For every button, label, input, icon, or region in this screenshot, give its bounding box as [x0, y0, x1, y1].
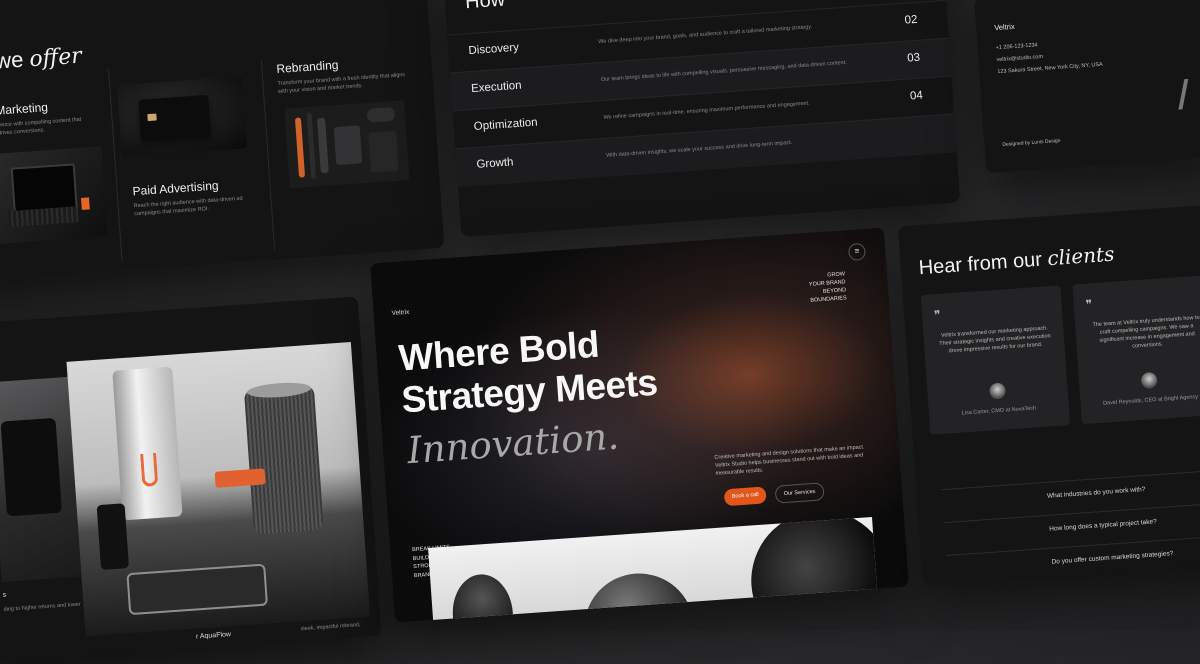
footer-brand: Veltrix	[993, 21, 1015, 33]
testimonial-author: Lisa Carter, CMO at NovaTech	[961, 405, 1037, 417]
column-divider	[260, 60, 276, 250]
service-name: Rebranding	[275, 57, 339, 76]
hero-description: Creative marketing and design solutions …	[714, 444, 865, 477]
design-credit[interactable]: Designed by Lunis Design	[1002, 138, 1060, 148]
testimonials-title-plain: Hear from our	[918, 248, 1043, 280]
services-title-italic: offer	[28, 43, 83, 73]
logo-mark	[1178, 78, 1189, 110]
process-section: How Discovery We dive deep into your bra…	[443, 0, 961, 238]
services-title-plain: we	[0, 46, 25, 74]
hero-section: Veltrix ≡ GROW YOUR BRAND BEYOND BOUNDAR…	[370, 227, 909, 623]
quote-icon: ❞	[933, 307, 942, 323]
hero-headline-italic: Innovation.	[405, 414, 621, 473]
process-title: How	[464, 0, 506, 14]
testimonial-quote: The team at Veltrix truly understands ho…	[1092, 314, 1200, 350]
quote-icon: ❞	[1085, 297, 1093, 312]
process-step-number: 02	[904, 13, 918, 27]
testimonials-section: Hear from our clients ❞ Veltrix transfor…	[897, 204, 1200, 586]
process-step-name: Optimization	[473, 116, 539, 133]
avatar	[989, 382, 1007, 400]
case-caption: s	[2, 591, 7, 599]
credit-card-image	[117, 76, 247, 157]
process-step-number: 04	[909, 89, 924, 103]
process-step-name: Execution	[470, 79, 523, 96]
contact-email[interactable]: veltrix@studio.com	[996, 54, 1043, 63]
testimonials-title-italic: clients	[1046, 241, 1116, 271]
tagline-line: BOUNDARIES	[810, 295, 847, 304]
case-caption: ding to higher returns and lower	[3, 601, 82, 613]
footer-contact-section: Veltrix +1 206-123-1234 veltrix@studio.c…	[974, 0, 1200, 174]
faq-question: Do you offer custom marketing strategies…	[1051, 550, 1174, 566]
testimonial-author: David Reynolds, CEO at Bright Agency	[1102, 394, 1199, 407]
case-caption: sleek, impactful rebrand,	[300, 622, 361, 633]
service-name: Paid Advertising	[132, 178, 219, 199]
case-study-gallery: s ding to higher returns and lower r Aqu…	[0, 296, 382, 664]
menu-icon[interactable]: ≡	[847, 242, 867, 261]
services-title: we offer	[0, 43, 83, 75]
hero-tagline: GROW YOUR BRAND BEYOND BOUNDARIES	[808, 270, 847, 304]
process-step-desc: We dive deep into your brand, goals, and…	[598, 24, 813, 46]
faq-question: What industries do you work with?	[1046, 485, 1146, 500]
testimonial-card: ❞ Veltrix transformed our marketing appr…	[920, 285, 1071, 435]
process-step-desc: With data-driven insights, we scale your…	[605, 139, 793, 159]
process-step-number: 03	[906, 51, 921, 65]
hero-logo[interactable]: Veltrix	[391, 309, 409, 317]
process-step-name: Discovery	[468, 41, 520, 58]
tablet-image	[0, 146, 108, 244]
book-call-button[interactable]: Book a call	[723, 486, 767, 507]
service-name: t Marketing	[0, 100, 49, 118]
hero-vase-image	[428, 517, 879, 623]
contact-phone[interactable]: +1 206-123-1234	[995, 42, 1037, 51]
testimonial-quote: Veltrix transformed our marketing approa…	[939, 325, 1051, 355]
testimonials-title: Hear from our clients	[918, 242, 1115, 281]
case-caption: r AquaFlow	[195, 631, 232, 641]
tools-image	[284, 100, 410, 189]
testimonial-card: ❞ The team at Veltrix truly understands …	[1072, 274, 1200, 425]
services-section: we offer t Marketing audience with compe…	[0, 0, 445, 282]
process-step-desc: Our team brings ideas to life with compe…	[600, 59, 847, 84]
faq-question: How long does a typical project take?	[1049, 518, 1157, 533]
our-services-button[interactable]: Our Services	[774, 482, 825, 504]
contact-address: 123 Sakura Street, New York City, NY, US…	[997, 61, 1103, 76]
process-step-desc: We refine campaigns in real-time, ensuri…	[603, 100, 810, 121]
aquaflow-product-image[interactable]	[66, 342, 371, 637]
process-step-name: Growth	[476, 156, 514, 171]
avatar	[1140, 371, 1158, 389]
service-desc: nd drives conversions.	[0, 127, 46, 137]
